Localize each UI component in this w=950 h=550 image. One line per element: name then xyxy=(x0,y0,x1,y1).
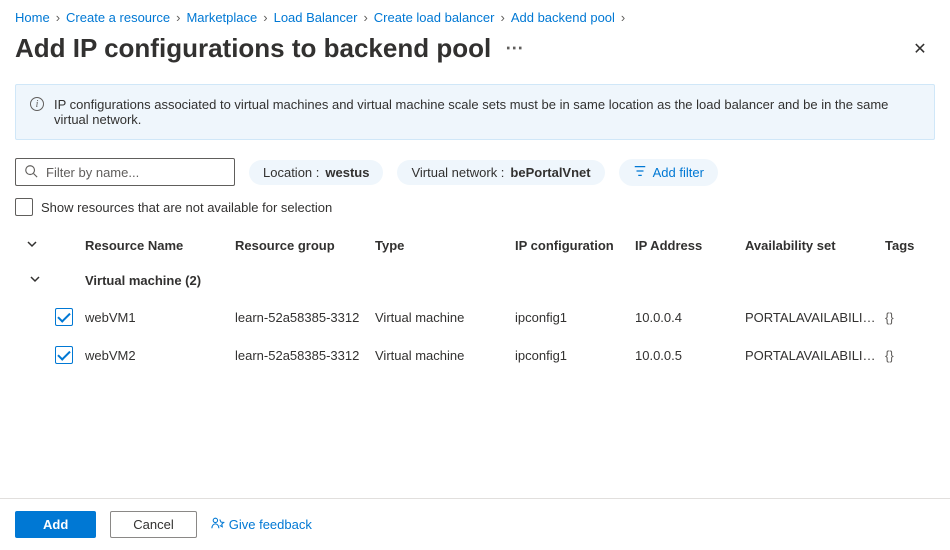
filter-value: bePortalVnet xyxy=(510,165,590,180)
table-row[interactable]: webVM2 learn-52a58385-3312 Virtual machi… xyxy=(15,336,935,374)
chevron-right-icon: › xyxy=(56,10,60,25)
chevron-right-icon: › xyxy=(263,10,267,25)
table-row[interactable]: webVM1 learn-52a58385-3312 Virtual machi… xyxy=(15,298,935,336)
cell-name: webVM1 xyxy=(85,310,235,325)
chevron-right-icon: › xyxy=(363,10,367,25)
add-filter-button[interactable]: Add filter xyxy=(619,159,718,186)
cell-name: webVM2 xyxy=(85,348,235,363)
info-message: IP configurations associated to virtual … xyxy=(54,97,920,127)
breadcrumb: Home › Create a resource › Marketplace › Lo… xyxy=(0,0,950,25)
more-menu-icon[interactable]: ⋯ xyxy=(505,38,525,59)
search-input[interactable] xyxy=(15,158,235,186)
chevron-right-icon: › xyxy=(500,10,504,25)
breadcrumb-link[interactable]: Load Balancer xyxy=(274,10,358,25)
row-checkbox[interactable] xyxy=(55,308,73,326)
col-availability-set[interactable]: Availability set xyxy=(745,238,885,253)
search-field[interactable] xyxy=(46,165,226,180)
filter-bar: Location : westus Virtual network : bePo… xyxy=(0,158,950,198)
col-type[interactable]: Type xyxy=(375,238,515,253)
cell-type: Virtual machine xyxy=(375,348,515,363)
results-grid: Resource Name Resource group Type IP con… xyxy=(0,232,950,374)
chevron-right-icon: › xyxy=(621,10,625,25)
cell-ip: 10.0.0.4 xyxy=(635,310,745,325)
feedback-icon xyxy=(211,516,225,533)
filter-pill-vnet[interactable]: Virtual network : bePortalVnet xyxy=(397,160,604,185)
breadcrumb-link[interactable]: Create load balancer xyxy=(374,10,495,25)
cell-avset: PORTALAVAILABILITY xyxy=(745,348,885,363)
footer-bar: Add Cancel Give feedback xyxy=(0,498,950,550)
chevron-right-icon: › xyxy=(176,10,180,25)
breadcrumb-link[interactable]: Home xyxy=(15,10,50,25)
info-banner: i IP configurations associated to virtua… xyxy=(15,84,935,140)
info-icon: i xyxy=(30,97,44,111)
cell-ipconfig: ipconfig1 xyxy=(515,310,635,325)
row-checkbox[interactable] xyxy=(55,346,73,364)
title-bar: Add IP configurations to backend pool ⋯ … xyxy=(0,25,950,84)
close-icon[interactable]: ✕ xyxy=(905,39,935,59)
cancel-button[interactable]: Cancel xyxy=(110,511,196,538)
cell-ipconfig: ipconfig1 xyxy=(515,348,635,363)
show-unavailable-label: Show resources that are not available fo… xyxy=(41,200,332,215)
show-unavailable-checkbox[interactable] xyxy=(15,198,33,216)
cell-avset: PORTALAVAILABILITY xyxy=(745,310,885,325)
col-resource-group[interactable]: Resource group xyxy=(235,238,375,253)
search-icon xyxy=(24,164,38,181)
cell-tags: {} xyxy=(885,310,925,325)
page-title: Add IP configurations to backend pool xyxy=(15,33,491,64)
give-feedback-link[interactable]: Give feedback xyxy=(211,516,312,533)
col-ip-address[interactable]: IP Address xyxy=(635,238,745,253)
group-row[interactable]: Virtual machine (2) xyxy=(15,263,935,298)
filter-pill-location[interactable]: Location : westus xyxy=(249,160,383,185)
group-toggle[interactable] xyxy=(15,273,55,288)
feedback-label: Give feedback xyxy=(229,517,312,532)
filter-value: westus xyxy=(325,165,369,180)
add-filter-label: Add filter xyxy=(653,165,704,180)
col-tags[interactable]: Tags xyxy=(885,238,925,253)
filter-label: Location : xyxy=(263,165,319,180)
breadcrumb-link[interactable]: Add backend pool xyxy=(511,10,615,25)
filter-label: Virtual network : xyxy=(411,165,504,180)
col-resource-name[interactable]: Resource Name xyxy=(85,238,235,253)
col-ip-config[interactable]: IP configuration xyxy=(515,238,635,253)
grid-header: Resource Name Resource group Type IP con… xyxy=(15,232,935,263)
cell-rg: learn-52a58385-3312 xyxy=(235,310,375,325)
cell-ip: 10.0.0.5 xyxy=(635,348,745,363)
cell-type: Virtual machine xyxy=(375,310,515,325)
add-button[interactable]: Add xyxy=(15,511,96,538)
show-unavailable-row: Show resources that are not available fo… xyxy=(0,198,950,232)
breadcrumb-link[interactable]: Create a resource xyxy=(66,10,170,25)
group-label: Virtual machine (2) xyxy=(85,273,935,288)
expand-all-toggle[interactable] xyxy=(15,238,55,253)
cell-tags: {} xyxy=(885,348,925,363)
breadcrumb-link[interactable]: Marketplace xyxy=(186,10,257,25)
cell-rg: learn-52a58385-3312 xyxy=(235,348,375,363)
filter-icon xyxy=(633,164,647,181)
